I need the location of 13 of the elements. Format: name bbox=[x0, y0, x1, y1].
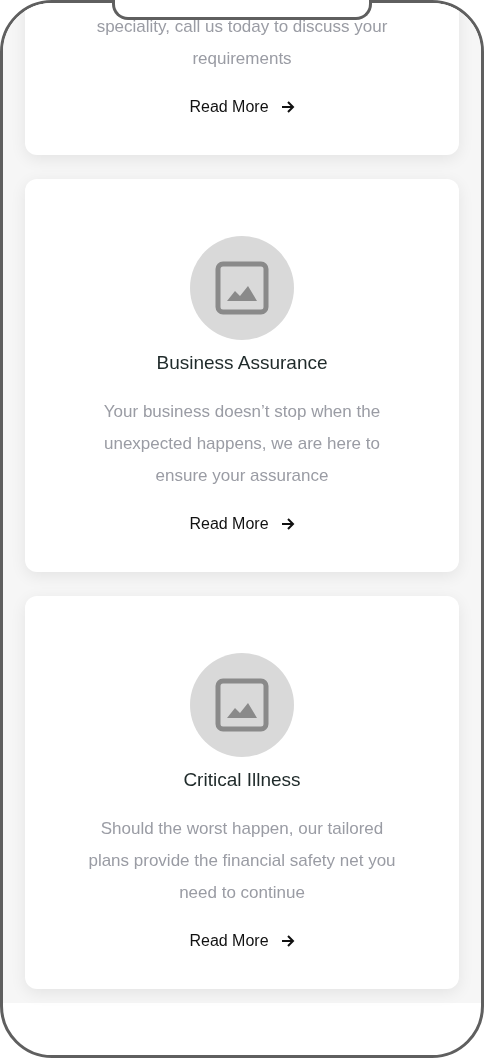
arrow-right-icon bbox=[280, 101, 295, 113]
arrow-right-icon bbox=[280, 935, 295, 947]
card-description: speciality, call us today to discuss your requirements bbox=[95, 16, 389, 70]
image-placeholder-icon bbox=[215, 261, 269, 315]
read-more-link[interactable]: Read More bbox=[189, 512, 295, 536]
card-description: Your business doesn’t stop when the unexpected happens, we are here to ensure your assurance bbox=[102, 401, 382, 487]
read-more-link[interactable]: Read More bbox=[189, 929, 295, 953]
arrow-right-icon bbox=[280, 518, 295, 530]
image-placeholder-icon bbox=[215, 678, 269, 732]
card-title: Business Assurance bbox=[156, 351, 328, 375]
card-title: Critical Illness bbox=[183, 768, 301, 792]
read-more-link[interactable]: Read More bbox=[189, 95, 295, 119]
card-description: Should the worst happen, our tailored plans provide the financial safety net you need to continue bbox=[87, 818, 397, 904]
